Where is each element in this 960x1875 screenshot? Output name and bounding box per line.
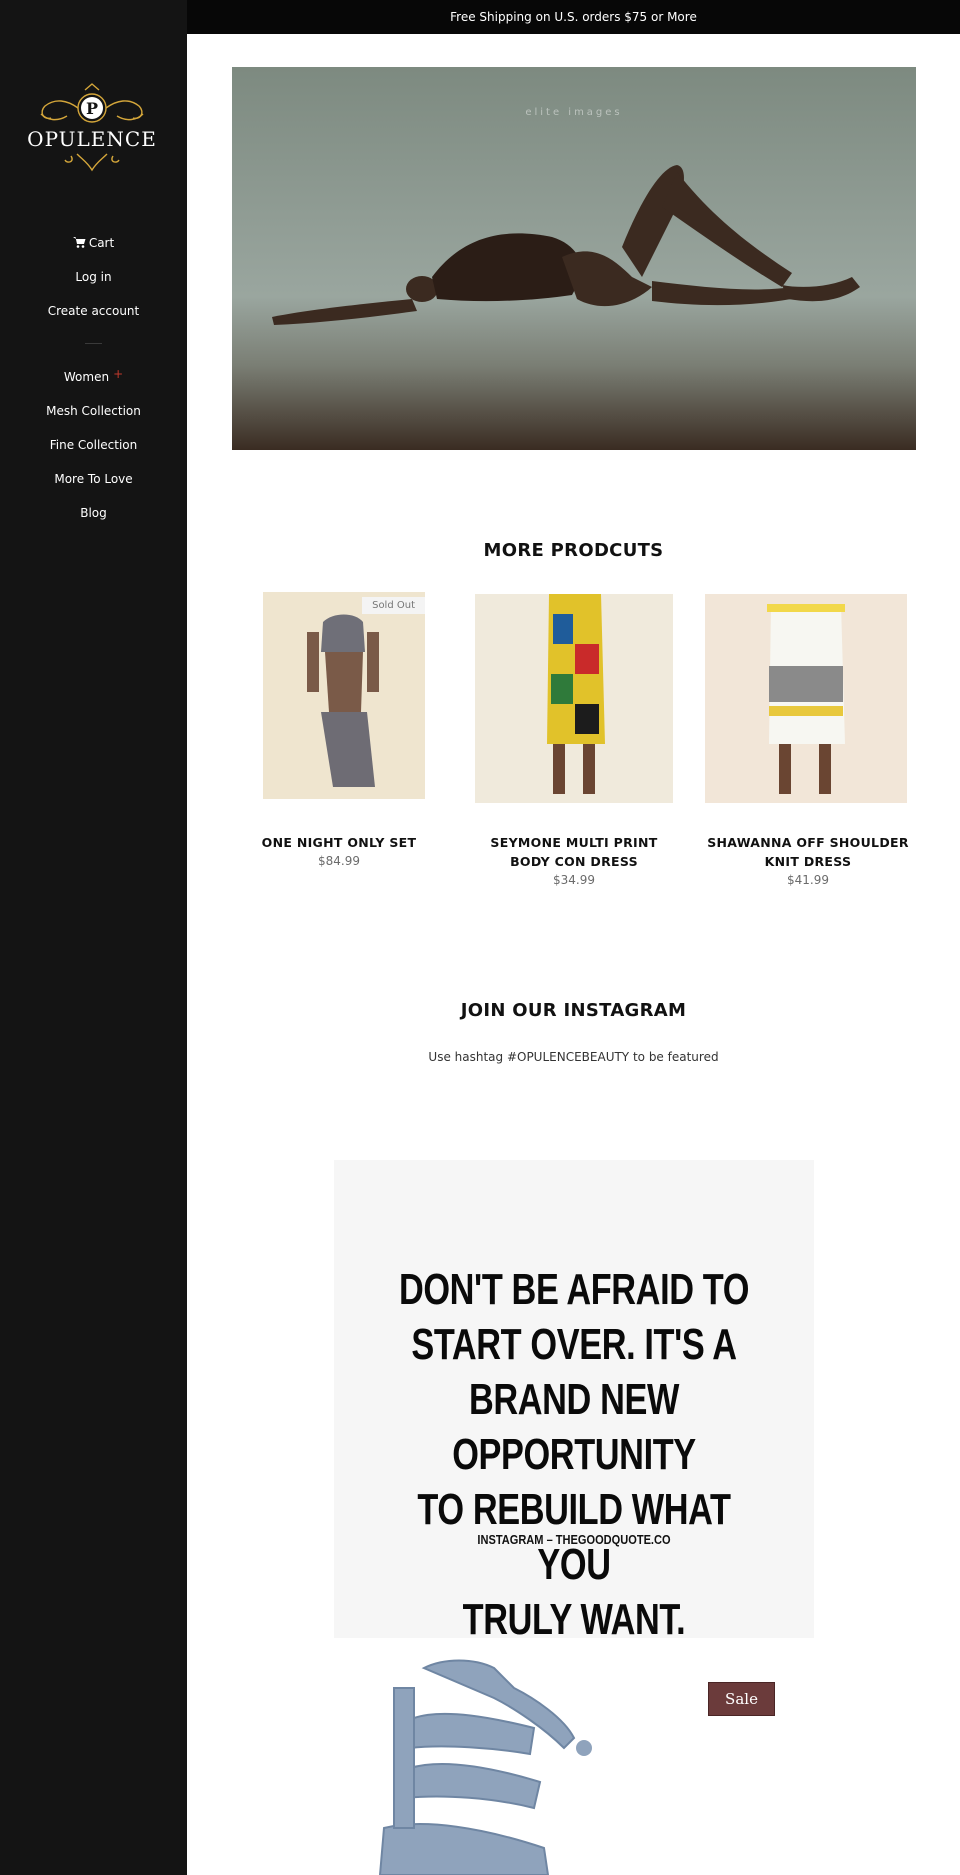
instagram-subtitle: Use hashtag #OPULENCEBEAUTY to be featur… (428, 1050, 719, 1064)
brand-logo[interactable]: P OPULENCE (27, 80, 157, 178)
main-nav: Women + Mesh Collection Fine Collection M… (0, 366, 187, 536)
quote-text: DON'T BE AFRAID TO START OVER. IT'S A BR… (387, 1262, 761, 1647)
product-name[interactable]: SHAWANNA OFF SHOULDER KNIT DRESS (705, 833, 911, 871)
quote-line: BRAND NEW OPPORTUNITY (452, 1375, 696, 1479)
announcement-bar: Free Shipping on U.S. orders $75 or More (187, 0, 960, 34)
hero-image[interactable]: elite images (232, 67, 916, 450)
product-price: $84.99 (318, 854, 360, 868)
cart-icon (72, 237, 86, 248)
product-price: $34.99 (553, 873, 595, 887)
nav-divider (85, 343, 102, 344)
expand-plus-icon[interactable]: + (113, 367, 123, 381)
quote-line: DON'T BE AFRAID TO (398, 1265, 750, 1314)
logo-wordmark: OPULENCE (27, 127, 157, 151)
product-photo (263, 592, 425, 799)
login-link[interactable]: Log in (0, 266, 187, 300)
cart-link[interactable]: Cart (0, 232, 187, 266)
logo-ornament-icon: P OPULENCE (27, 83, 157, 172)
product-card[interactable]: Sold Out ONE NIGHT ONLY SET $84.99 (253, 592, 425, 871)
product-image[interactable]: Sold Out (263, 592, 425, 799)
hero-watermark: elite images (525, 107, 623, 118)
sidebar: P OPULENCE Cart Log in Create account Wo… (0, 0, 187, 1875)
sale-badge: Sale (708, 1682, 775, 1716)
instagram-post-quote[interactable]: DON'T BE AFRAID TO START OVER. IT'S A BR… (334, 1160, 814, 1644)
product-photo (705, 594, 907, 803)
products-section-title: MORE PRODCUTS (483, 540, 664, 561)
product-card[interactable]: SEYMONE MULTI PRINT BODY CON DRESS $34.9… (471, 594, 677, 890)
nav-item-fine-collection[interactable]: Fine Collection (0, 434, 187, 468)
nav-item-women-label: Women (63, 370, 110, 384)
product-price: $41.99 (787, 873, 829, 887)
nav-item-mesh-collection[interactable]: Mesh Collection (0, 400, 187, 434)
product-photo (475, 594, 673, 803)
account-nav: Cart Log in Create account (0, 232, 187, 334)
sold-out-badge: Sold Out (362, 597, 425, 614)
quote-credit: INSTAGRAM – THEGOODQUOTE.CO (477, 1532, 671, 1547)
nav-item-women[interactable]: Women + (0, 366, 187, 400)
quote-line: START OVER. IT'S A (411, 1320, 737, 1369)
product-image[interactable] (475, 594, 673, 803)
product-name[interactable]: SEYMONE MULTI PRINT BODY CON DRESS (471, 833, 677, 871)
nav-item-blog[interactable]: Blog (0, 502, 187, 536)
instagram-section-title: JOIN OUR INSTAGRAM (460, 1000, 687, 1021)
nav-item-more-to-love[interactable]: More To Love (0, 468, 187, 502)
quote-line: TRULY WANT. (462, 1595, 686, 1644)
product-name[interactable]: ONE NIGHT ONLY SET (253, 833, 425, 852)
product-card[interactable]: SHAWANNA OFF SHOULDER KNIT DRESS $41.99 (705, 594, 911, 890)
hero-photo (232, 67, 916, 450)
create-account-link[interactable]: Create account (0, 300, 187, 334)
logo-monogram: P (86, 99, 98, 118)
product-image[interactable] (705, 594, 907, 803)
cart-label: Cart (88, 236, 115, 250)
